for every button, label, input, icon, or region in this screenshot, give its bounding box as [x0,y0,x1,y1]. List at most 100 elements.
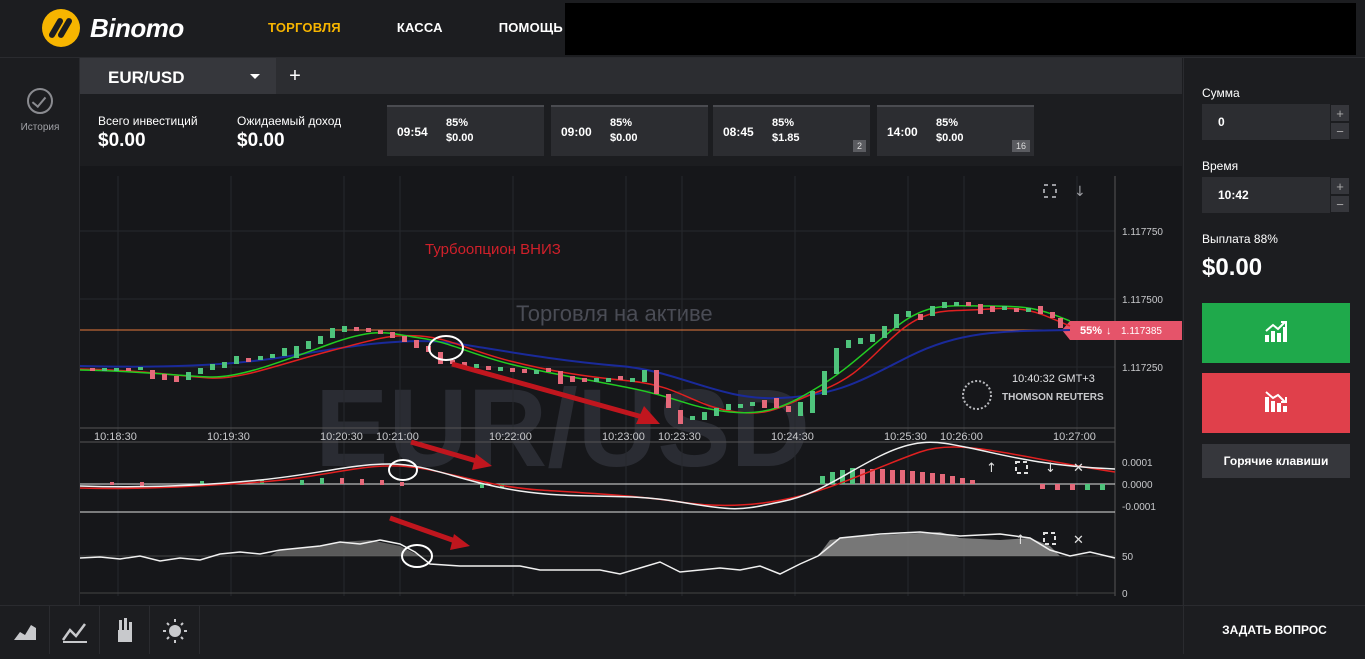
indicators-tool[interactable] [50,606,100,654]
drawing-tool[interactable] [100,606,150,654]
nav-trade[interactable]: ТОРГОВЛЯ [268,20,341,35]
time-decrease-button[interactable]: − [1330,195,1350,213]
sun-icon [163,619,187,643]
brand-name: Binomo [90,12,184,43]
osc-axis: 50 0 [1122,552,1134,600]
time-input[interactable]: 10:42 [1202,177,1330,213]
trade-panel: Сумма 0 + − Время 10:42 + − Выплата 88% … [1183,58,1365,605]
time-tick: 10:22:00 [489,431,532,443]
amount-decrease-button[interactable]: − [1330,122,1350,140]
asset-tab-eurusd[interactable]: EUR/USD [80,58,276,94]
bottom-toolbar: ЗАДАТЬ ВОПРОС [0,605,1365,654]
time-tick: 10:18:30 [94,431,137,443]
total-investments-label: Всего инвестиций [98,114,198,128]
total-investments: Всего инвестиций $0.00 [98,114,198,152]
macd-controls: ↑ ↓ ✕ [986,461,1084,476]
history-check-icon[interactable] [27,88,53,114]
osc-tick: 0 [1122,589,1128,600]
logo[interactable]: Binomo [42,9,184,47]
chart-type-tool[interactable] [0,606,50,654]
nav-cashier[interactable]: КАССА [397,20,443,35]
payout-label: Выплата 88% [1202,232,1278,246]
price-tick: 1.117750 [1122,227,1163,238]
buy-up-button[interactable] [1202,303,1350,363]
expiration-percent: 85% [772,117,795,129]
info-bar: Всего инвестиций $0.00 Ожидаемый доход $… [80,94,1182,166]
pencil-cup-icon [118,618,132,642]
time-tick: 10:25:30 [884,431,927,443]
price-tick: 1.117250 [1122,363,1163,374]
amount-input[interactable]: 0 [1202,104,1330,140]
expiration-percent: 85% [936,117,959,129]
data-provider: THOMSON REUTERS [1002,392,1104,403]
fullscreen-icon[interactable] [1043,184,1057,198]
time-tick: 10:27:00 [1053,431,1096,443]
expiration-amount: $0.00 [610,132,638,144]
expiration-count-badge: 16 [1011,140,1030,152]
fullscreen-icon[interactable] [1015,461,1028,474]
macd-tick: -0.0001 [1122,502,1156,513]
chevron-down-icon[interactable] [250,74,260,79]
expiration-percent: 85% [610,117,633,129]
buy-down-button[interactable] [1202,373,1350,433]
fullscreen-icon[interactable] [1043,532,1056,545]
expected-income-label: Ожидаемый доход [237,114,342,128]
osc-annotation-arrowhead [450,534,470,550]
payout-value: $0.00 [1202,254,1263,281]
arrow-up-icon[interactable]: ↑ [1015,533,1026,548]
arrow-up-icon[interactable]: ↑ [986,461,997,476]
expiration-card[interactable]: 09:54 85% $0.00 [387,105,544,156]
expiration-time: 14:00 [887,125,918,139]
osc-tick: 50 [1122,552,1134,563]
asset-tab-label: EUR/USD [108,68,185,87]
history-label[interactable]: История [0,122,80,133]
binomo-logo-icon [42,9,80,47]
top-bar: Binomo ТОРГОВЛЯ КАССА ПОМОЩЬ [0,0,1365,58]
time-tick: 10:24:30 [771,431,814,443]
expiration-time: 08:45 [723,125,754,139]
osc-controls: ↑ ✕ [1015,532,1084,548]
indicator-chart-icon [61,623,87,643]
asset-tab-bar: EUR/USD + [80,58,1182,94]
chart-canvas[interactable]: EUR/USD Торговля на активе 1.117750 1.11… [80,166,1182,605]
macd-tick: 0.0000 [1122,480,1153,491]
ask-question-button[interactable]: ЗАДАТЬ ВОПРОС [1183,606,1365,654]
time-tick: 10:20:30 [320,431,363,443]
expiration-time: 09:00 [561,125,592,139]
time-tick: 10:23:00 [602,431,645,443]
expiration-amount: $0.00 [936,132,964,144]
trend-up-icon [1265,321,1287,342]
price-tag-percent: 55% [1080,325,1102,337]
chart-controls: ↓ [1043,184,1086,200]
nav-help[interactable]: ПОМОЩЬ [499,20,563,35]
expiration-card[interactable]: 09:00 85% $0.00 [551,105,708,156]
close-icon[interactable]: ✕ [1073,533,1084,548]
add-asset-button[interactable]: + [280,58,310,94]
arrow-down-icon: ↓ [1106,325,1112,337]
expiration-amount: $0.00 [446,132,474,144]
annotation-label: Турбоопцион ВНИЗ [425,241,561,258]
collapse-arrow-icon[interactable]: ↓ [1074,184,1086,200]
price-chart[interactable]: EUR/USD Торговля на активе 1.117750 1.11… [80,166,1182,605]
expiration-card[interactable]: 08:45 85% $1.85 2 [713,105,870,156]
server-time: 10:40:32 GMT+3 [1012,373,1095,385]
expiration-percent: 85% [446,117,469,129]
hotkeys-button[interactable]: Горячие клавиши [1202,444,1350,478]
macd-tick: 0.0001 [1122,458,1153,469]
time-tick: 10:19:30 [207,431,250,443]
price-axis: 1.117750 1.117500 1.117250 [1122,227,1163,374]
time-tick: 10:26:00 [940,431,983,443]
theme-tool[interactable] [150,606,200,654]
time-increase-button[interactable]: + [1330,177,1350,195]
time-tick: 10:23:30 [658,431,701,443]
close-icon[interactable]: ✕ [1073,461,1084,476]
amount-increase-button[interactable]: + [1330,104,1350,122]
expiration-amount: $1.85 [772,132,800,144]
macd-axis: 0.0001 0.0000 -0.0001 [1122,458,1156,513]
thomson-reuters-logo-icon [962,380,992,410]
area-chart-icon [14,625,36,640]
trend-down-icon [1265,391,1287,412]
arrow-down-icon[interactable]: ↓ [1045,461,1056,476]
trade-watermark: Торговля на активе [516,301,713,326]
expiration-card[interactable]: 14:00 85% $0.00 16 [877,105,1034,156]
